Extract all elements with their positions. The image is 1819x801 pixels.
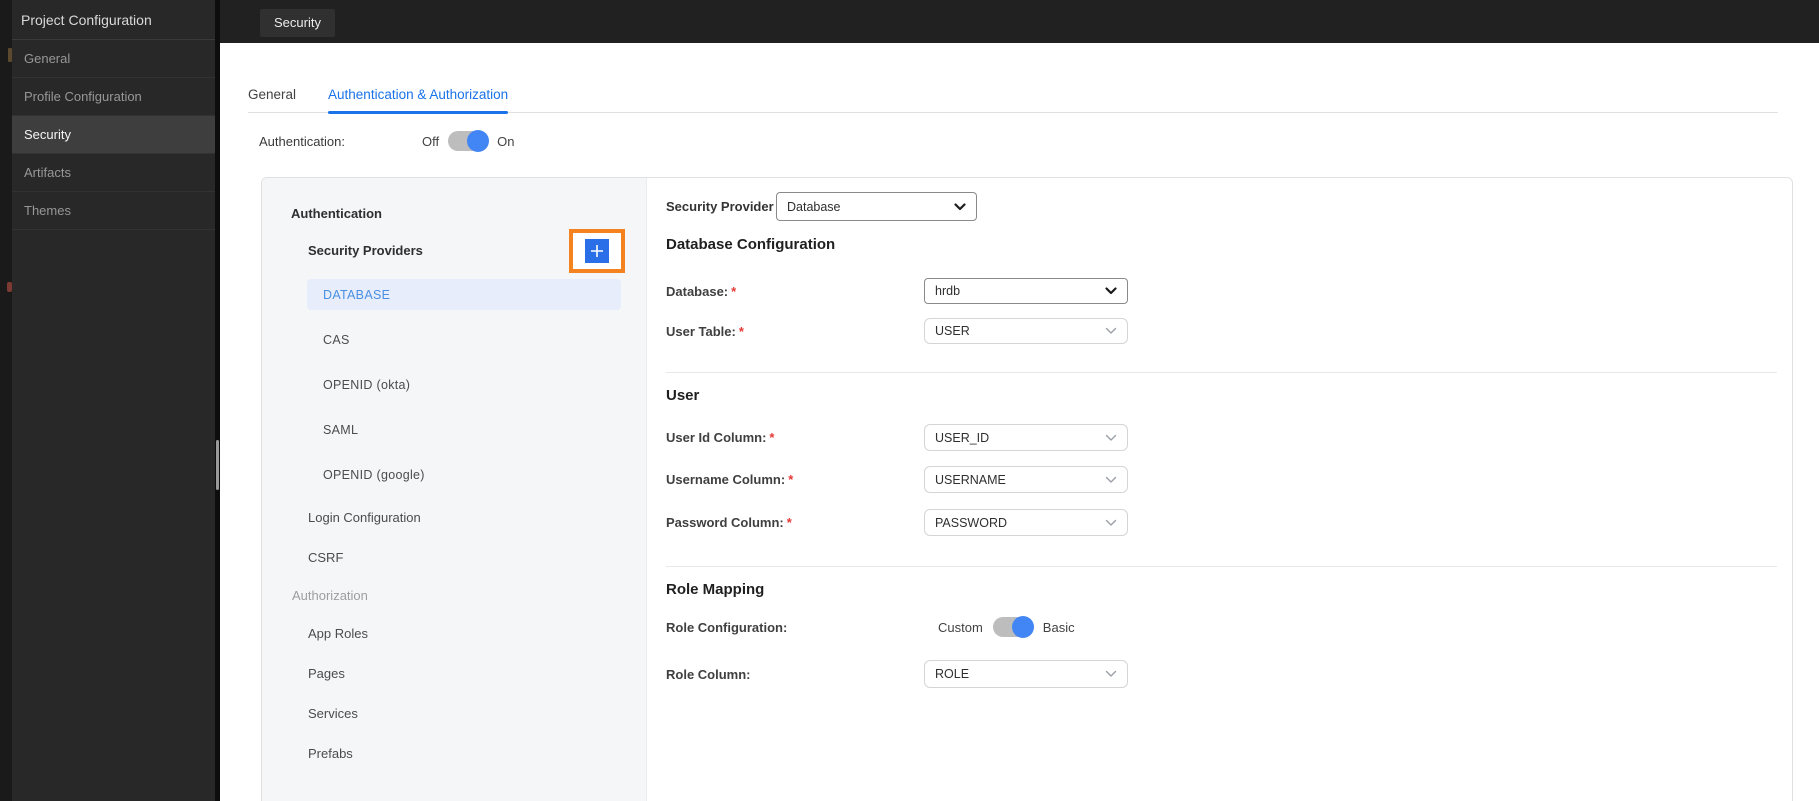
toggle-custom-label: Custom: [938, 619, 983, 635]
username-column-row: Username Column: * USERNAME: [666, 466, 1777, 493]
nav-prefabs[interactable]: Prefabs: [262, 733, 646, 773]
database-configuration-heading: Database Configuration: [666, 236, 836, 253]
tabs-bar: General Authentication & Authorization: [248, 83, 1778, 114]
chevron-down-icon: [1105, 476, 1117, 483]
authentication-toggle-row: Authentication: Off On: [259, 129, 514, 153]
section-divider: [666, 372, 1777, 373]
required-asterisk: *: [738, 323, 744, 339]
toggle-basic-label: Basic: [1042, 619, 1075, 635]
user-heading: User: [666, 387, 700, 404]
role-column-label: Role Column:: [666, 666, 751, 682]
toggle-off-label: Off: [422, 133, 440, 149]
nav-header-authentication: Authentication: [291, 205, 382, 221]
user-id-column-row: User Id Column: * USER_ID: [666, 424, 1777, 451]
section-divider: [666, 566, 1777, 567]
chevron-down-icon: [1105, 519, 1117, 526]
security-provider-select[interactable]: Database: [776, 192, 977, 221]
chevron-down-icon: [1105, 670, 1117, 677]
security-provider-row: Security Provider Database: [666, 192, 1777, 221]
nav-provider-openid-google[interactable]: OPENID (google): [262, 452, 646, 497]
nav-provider-openid-okta[interactable]: OPENID (okta): [262, 362, 646, 407]
sidebar-item-artifacts[interactable]: Artifacts: [12, 154, 215, 192]
role-configuration-label: Role Configuration:: [666, 619, 788, 635]
chevron-down-icon: [954, 202, 966, 210]
security-settings-page: General Authentication & Authorization A…: [220, 43, 1819, 801]
required-asterisk: *: [788, 472, 794, 487]
sidebar-title: Project Configuration: [12, 0, 215, 40]
chevron-down-icon: [1105, 327, 1117, 334]
nav-provider-saml[interactable]: SAML: [262, 407, 646, 452]
nav-csrf[interactable]: CSRF: [262, 537, 646, 577]
nav-security-providers-label: Security Providers: [308, 242, 423, 258]
add-security-provider-button[interactable]: [585, 239, 609, 263]
database-label: Database: *: [666, 283, 737, 299]
database-select[interactable]: hrdb: [924, 278, 1128, 304]
add-provider-highlight: [569, 229, 625, 273]
toggle-thumb: [1011, 616, 1034, 638]
database-row: Database: * hrdb: [666, 278, 1777, 304]
tab-authentication-authorization[interactable]: Authentication & Authorization: [328, 83, 509, 114]
sidebar-item-themes[interactable]: Themes: [12, 192, 215, 230]
rail-artifact-icon: [7, 282, 12, 292]
sidebar-item-general[interactable]: General: [12, 40, 215, 78]
sidebar-item-security[interactable]: Security: [12, 116, 215, 154]
sidebar-item-profile-configuration[interactable]: Profile Configuration: [12, 78, 215, 116]
password-column-row: Password Column: * PASSWORD: [666, 509, 1777, 536]
nav-services[interactable]: Services: [262, 693, 646, 733]
rail-artifact-icon: [8, 48, 12, 62]
nav-provider-database[interactable]: DATABASE: [262, 272, 646, 317]
user-table-row: User Table: * USER: [666, 318, 1777, 344]
user-table-label: User Table: *: [666, 323, 744, 339]
chevron-down-icon: [1105, 434, 1117, 441]
username-column-select[interactable]: USERNAME: [924, 466, 1128, 493]
required-asterisk: *: [731, 283, 737, 299]
authentication-toggle[interactable]: [448, 130, 490, 152]
nav-header-authorization: Authorization: [292, 587, 368, 603]
nav-security-providers-row: Security Providers: [262, 228, 646, 273]
user-table-select[interactable]: USER: [924, 318, 1128, 344]
role-configuration-row: Role Configuration: Custom Basic: [666, 616, 1777, 638]
topbar: Security: [220, 0, 1819, 43]
toggle-on-label: On: [497, 133, 515, 149]
project-configuration-sidebar: Project Configuration General Profile Co…: [12, 0, 215, 801]
nav-pages[interactable]: Pages: [262, 653, 646, 693]
chevron-down-icon: [1105, 287, 1117, 295]
authentication-nav: Authentication Security Providers DATABA…: [262, 178, 647, 801]
toggle-thumb: [467, 130, 490, 152]
tab-general[interactable]: General: [248, 83, 296, 112]
nav-app-roles[interactable]: App Roles: [262, 613, 646, 653]
required-asterisk: *: [769, 430, 775, 445]
sidebar-scrollbar-thumb[interactable]: [216, 440, 219, 490]
left-rail: [0, 0, 12, 801]
password-column-select[interactable]: PASSWORD: [924, 509, 1128, 536]
plus-icon: [591, 245, 603, 257]
security-provider-label: Security Provider: [666, 199, 774, 214]
user-id-column-label: User Id Column: *: [666, 430, 775, 445]
user-id-column-select[interactable]: USER_ID: [924, 424, 1128, 451]
topbar-tab-security[interactable]: Security: [260, 9, 335, 37]
sidebar-scrollbar-track: [215, 0, 220, 801]
nav-provider-cas[interactable]: CAS: [262, 317, 646, 362]
nav-login-configuration[interactable]: Login Configuration: [262, 497, 646, 537]
authentication-settings-card: Authentication Security Providers DATABA…: [261, 177, 1793, 801]
role-mapping-heading: Role Mapping: [666, 581, 765, 598]
username-column-label: Username Column: *: [666, 472, 794, 487]
required-asterisk: *: [786, 515, 792, 530]
password-column-label: Password Column: *: [666, 515, 792, 530]
role-configuration-toggle-group: Custom Basic: [924, 616, 1075, 638]
role-configuration-toggle[interactable]: [992, 616, 1034, 638]
role-column-row: Role Column: ROLE: [666, 660, 1777, 688]
role-column-select[interactable]: ROLE: [924, 660, 1128, 688]
provider-configuration-panel: Security Provider Database Database Conf…: [647, 178, 1792, 801]
authentication-label: Authentication:: [259, 133, 346, 149]
